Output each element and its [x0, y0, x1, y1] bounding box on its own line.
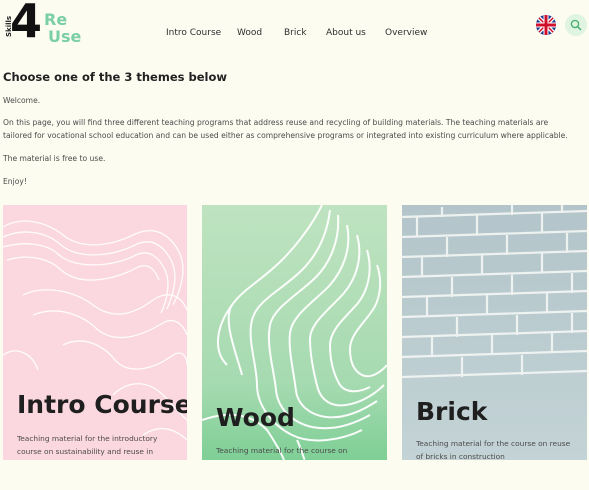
card-title: Brick [416, 397, 488, 426]
card-brick[interactable]: Brick Teaching material for the course o… [402, 205, 587, 460]
search-button[interactable] [565, 14, 587, 36]
enjoy-text: Enjoy! [3, 177, 27, 186]
nav-item-wood[interactable]: Wood [237, 28, 262, 38]
logo-use-text: Use [48, 27, 82, 46]
site-header: Skills 4 Re Use Intro Course Wood Brick … [0, 0, 589, 62]
nav-item-intro-course[interactable]: Intro Course [166, 28, 221, 38]
free-text: The material is free to use. [3, 154, 106, 163]
nav-item-brick[interactable]: Brick [284, 28, 307, 38]
card-description: Teaching material for the course on reus… [416, 439, 571, 460]
card-title: Wood [216, 403, 295, 432]
logo-re-text: Re [44, 10, 68, 29]
card-intro-course[interactable]: Intro Course Teaching material for the i… [3, 205, 187, 460]
card-title: Intro Course [17, 390, 187, 419]
uk-flag-icon[interactable] [536, 15, 556, 35]
nav-item-about-us[interactable]: About us [326, 28, 366, 38]
nav-item-overview[interactable]: Overview [385, 28, 427, 38]
logo[interactable]: Skills 4 Re Use [4, 0, 84, 48]
logo-numeral: 4 [10, 0, 42, 48]
card-description: Teaching material for the course on reus… [216, 446, 348, 460]
page-title: Choose one of the 3 themes below [3, 70, 227, 84]
welcome-text: Welcome. [3, 96, 41, 105]
search-icon [570, 19, 582, 31]
card-description: Teaching material for the introductory c… [17, 434, 158, 460]
description-text: On this page, you will find three differ… [3, 118, 568, 140]
intro-course-pattern [3, 205, 187, 460]
card-wood[interactable]: Wood Teaching material for the course on… [202, 205, 387, 460]
